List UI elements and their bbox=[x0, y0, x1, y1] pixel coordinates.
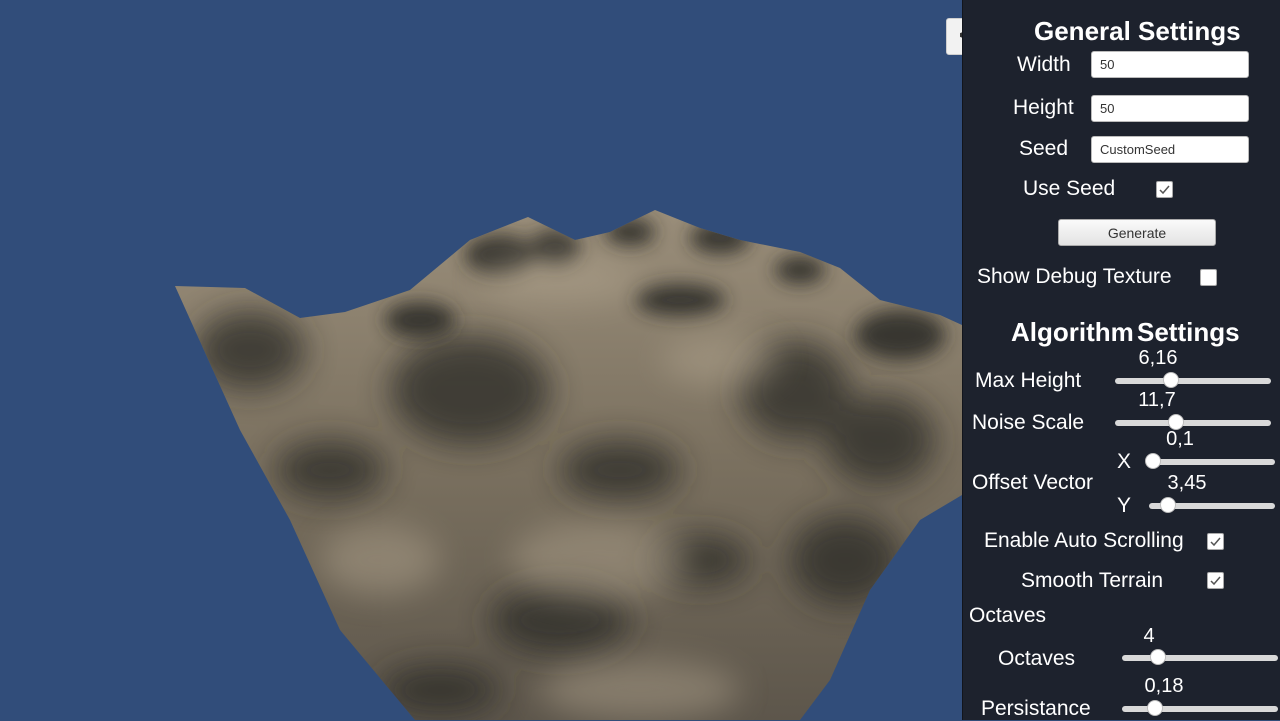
octaves-section-label: Octaves bbox=[969, 604, 1047, 627]
height-input[interactable] bbox=[1091, 95, 1249, 122]
smooth-terrain-checkbox[interactable] bbox=[1207, 572, 1224, 589]
general-settings-title: General Settings bbox=[1034, 16, 1241, 46]
offset-vector-label: Offset Vector bbox=[972, 471, 1094, 494]
persistance-slider[interactable] bbox=[1122, 699, 1278, 719]
offset-y-label: Y bbox=[1117, 494, 1132, 517]
octaves-label: Octaves bbox=[998, 647, 1076, 670]
checkmark-icon bbox=[1210, 576, 1221, 586]
offset-y-slider[interactable] bbox=[1149, 496, 1275, 516]
width-input[interactable] bbox=[1091, 51, 1249, 78]
generate-button[interactable]: Generate bbox=[1058, 219, 1216, 246]
slider-track bbox=[1122, 706, 1278, 712]
checkmark-icon bbox=[1210, 537, 1221, 547]
algorithm-settings-title-word1: Algorithm bbox=[1011, 317, 1134, 347]
octaves-slider[interactable] bbox=[1122, 648, 1278, 668]
offset-x-slider[interactable] bbox=[1144, 452, 1275, 472]
offset-x-label: X bbox=[1117, 450, 1132, 473]
checkmark-icon bbox=[1159, 185, 1170, 195]
slider-handle[interactable] bbox=[1163, 372, 1180, 388]
slider-handle[interactable] bbox=[1146, 700, 1163, 716]
slider-track bbox=[1149, 459, 1275, 465]
persistance-value: 0,18 bbox=[1144, 675, 1184, 697]
slider-handle[interactable] bbox=[1144, 453, 1161, 469]
offset-y-value: 3,45 bbox=[1167, 472, 1207, 494]
algorithm-settings-title-word2: Settings bbox=[1137, 317, 1240, 347]
seed-label: Seed bbox=[1019, 137, 1069, 160]
slider-track bbox=[1122, 655, 1278, 661]
enable-auto-scrolling-checkbox[interactable] bbox=[1207, 533, 1224, 550]
max-height-slider[interactable] bbox=[1115, 371, 1271, 391]
show-debug-texture-checkbox[interactable] bbox=[1200, 269, 1217, 286]
max-height-label: Max Height bbox=[975, 369, 1082, 392]
seed-input[interactable] bbox=[1091, 136, 1249, 163]
noise-scale-value: 11,7 bbox=[1138, 389, 1176, 411]
persistance-label: Persistance bbox=[981, 697, 1091, 720]
octaves-value: 4 bbox=[1143, 625, 1155, 647]
width-label: Width bbox=[1017, 53, 1071, 76]
smooth-terrain-label: Smooth Terrain bbox=[1021, 569, 1164, 592]
slider-track bbox=[1115, 378, 1271, 384]
slider-track bbox=[1115, 420, 1271, 426]
use-seed-checkbox[interactable] bbox=[1156, 181, 1173, 198]
use-seed-label: Use Seed bbox=[1023, 177, 1116, 200]
settings-panel: General Settings Width Height Seed Use S… bbox=[962, 0, 1280, 720]
max-height-value: 6,16 bbox=[1138, 347, 1178, 369]
height-label: Height bbox=[1013, 96, 1074, 119]
offset-x-value: 0,1 bbox=[1166, 428, 1194, 450]
slider-handle[interactable] bbox=[1149, 649, 1166, 665]
enable-auto-scrolling-label: Enable Auto Scrolling bbox=[984, 529, 1184, 552]
show-debug-texture-label: Show Debug Texture bbox=[977, 265, 1172, 288]
noise-scale-label: Noise Scale bbox=[972, 411, 1085, 434]
slider-handle[interactable] bbox=[1159, 497, 1176, 513]
